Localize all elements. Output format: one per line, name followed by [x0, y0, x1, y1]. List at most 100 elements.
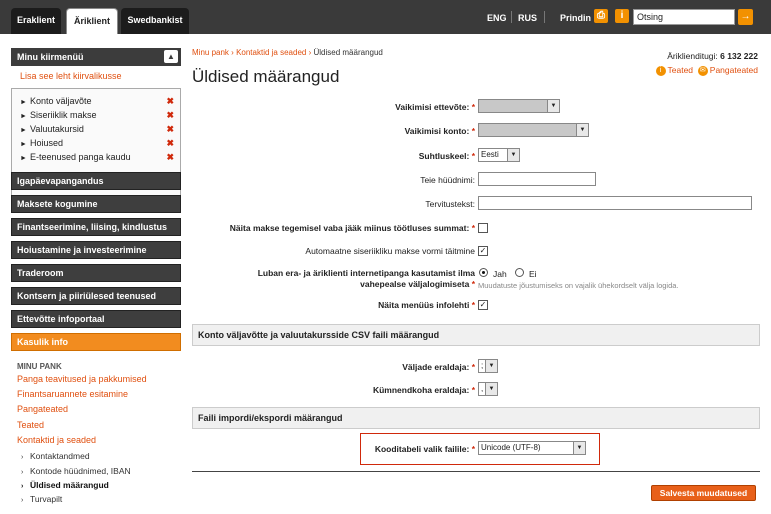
allow-hint: Muudatuste jõustumiseks on vajalik üheko…: [478, 281, 679, 290]
crumb-kontaktid[interactable]: Kontaktid ja seaded: [236, 48, 306, 57]
chevron-down-icon: ▼: [573, 442, 585, 454]
sub-uldised-maarangud[interactable]: › Üldised määrangud: [21, 480, 109, 490]
label-show-balance: Näita makse tegemisel vaba jääk miinus t…: [229, 223, 475, 233]
print-link[interactable]: Prindin: [560, 13, 591, 23]
info-icon[interactable]: i: [615, 9, 629, 23]
arrow-icon: ›: [21, 483, 24, 490]
link-pangateated[interactable]: Pangateated: [17, 404, 68, 414]
breadcrumb: Minu pank › Kontaktid ja seaded › Üldise…: [192, 48, 383, 57]
nav-igapaevapangandus[interactable]: Igapäevapangandus: [11, 172, 181, 190]
quick-menu-item[interactable]: ► Valuutakursid ✖: [20, 122, 178, 136]
nickname-input[interactable]: [478, 172, 596, 186]
show-balance-checkbox[interactable]: [478, 223, 488, 233]
remove-icon[interactable]: ✖: [166, 150, 174, 164]
sub-kontaktandmed[interactable]: › Kontaktandmed: [21, 451, 90, 461]
quick-menu-header: Minu kiirmenüü ▲: [11, 48, 181, 66]
label-decimal-separator: Kümnendkoha eraldaja: *: [372, 385, 475, 395]
tab-eraklient[interactable]: Eraklient: [11, 8, 61, 34]
field-separator-select[interactable]: ; ▼: [478, 359, 498, 373]
nav-finantseerimine[interactable]: Finantseerimine, liising, kindlustus: [11, 218, 181, 236]
quick-menu-item[interactable]: ► Hoiused ✖: [20, 136, 178, 150]
default-account-select[interactable]: ▼: [478, 123, 589, 137]
language-select[interactable]: Eesti ▼: [478, 148, 520, 162]
default-company-select[interactable]: ▼: [478, 99, 560, 113]
nav-hoiustamine[interactable]: Hoiustamine ja investeerimine: [11, 241, 181, 259]
remove-icon[interactable]: ✖: [166, 136, 174, 150]
print-icon[interactable]: ⎙: [594, 9, 608, 23]
page-title: Üldised määrangud: [192, 67, 340, 86]
encoding-select[interactable]: Unicode (UTF-8) ▼: [478, 441, 586, 455]
label-default-company: Vaikimisi ettevõte: *: [395, 102, 475, 112]
nav-infoportaal[interactable]: Ettevõtte infoportaal: [11, 310, 181, 328]
divider: [192, 471, 760, 472]
show-info-checkbox[interactable]: ✓: [478, 300, 488, 310]
nav-maksete-kogumine[interactable]: Maksete kogumine: [11, 195, 181, 213]
chevron-down-icon: ▼: [547, 100, 559, 112]
top-bar: Eraklient Äriklient Swedbankist ENG RUS …: [0, 0, 771, 34]
message-icon: ✉: [697, 65, 708, 76]
arrow-icon: ›: [21, 497, 24, 504]
collapse-icon[interactable]: ▲: [164, 50, 178, 63]
tab-ariklient[interactable]: Äriklient: [66, 8, 118, 34]
allow-yes-radio[interactable]: [479, 268, 488, 277]
decimal-separator-select[interactable]: , ▼: [478, 382, 498, 396]
link-finantsaruanded[interactable]: Finantsaruannete esitamine: [17, 389, 128, 399]
quick-menu-item[interactable]: ► E-teenused panga kaudu ✖: [20, 150, 178, 164]
lang-rus-link[interactable]: RUS: [518, 13, 537, 23]
my-bank-label: MINU PANK: [17, 362, 62, 371]
search-go-button[interactable]: →: [738, 9, 753, 25]
sub-kontode-huudnimed[interactable]: › Kontode hüüdnimed, IBAN: [21, 466, 131, 476]
divider: [544, 11, 545, 23]
arrow-icon: ›: [21, 454, 24, 461]
label-default-account: Vaikimisi konto: *: [404, 126, 475, 136]
search-input[interactable]: Otsing: [633, 9, 735, 25]
crumb-minu-pank[interactable]: Minu pank: [192, 48, 229, 57]
label-show-info: Näita menüüs infolehti *: [378, 300, 475, 310]
nav-traderoom[interactable]: Traderoom: [11, 264, 181, 282]
label-encoding: Kooditabeli valik failile: *: [374, 444, 475, 454]
label-allow-line2: vahepealse väljalogimiseta *: [360, 279, 475, 289]
quick-menu-item[interactable]: ► Siseriiklik makse ✖: [20, 108, 178, 122]
chevron-down-icon: ▼: [485, 383, 497, 395]
link-teated-top[interactable]: Teated: [668, 65, 694, 75]
label-greeting: Tervitustekst:: [425, 199, 475, 209]
add-to-quick-menu-link[interactable]: Lisa see leht kiirvalikusse: [11, 68, 181, 84]
quick-menu-item[interactable]: ► Konto väljavõte ✖: [20, 94, 178, 108]
auto-fill-checkbox[interactable]: ✓: [478, 246, 488, 256]
link-kontaktid-seaded[interactable]: Kontaktid ja seaded: [17, 435, 96, 445]
label-allow-line1: Luban era- ja äriklienti internetipanga …: [257, 268, 475, 278]
client-support: Äriklienditugi: 6 132 222: [667, 51, 758, 61]
tab-swedbankist[interactable]: Swedbankist: [121, 8, 189, 34]
remove-icon[interactable]: ✖: [166, 94, 174, 108]
save-button[interactable]: Salvesta muudatused: [651, 485, 756, 501]
chevron-down-icon: ▼: [507, 149, 519, 161]
crumb-current: Üldised määrangud: [313, 48, 383, 57]
allow-no-label: Ei: [529, 269, 537, 279]
label-auto-fill: Automaatne siseriikliku makse vormi täit…: [305, 246, 475, 256]
lang-eng-link[interactable]: ENG: [487, 13, 507, 23]
label-nickname: Teie hüüdnimi:: [420, 175, 475, 185]
remove-icon[interactable]: ✖: [166, 108, 174, 122]
label-field-separator: Väljade eraldaja: *: [402, 362, 475, 372]
section-import-header: Faili impordi/ekspordi määrangud: [192, 407, 760, 429]
nav-kasulik-info[interactable]: Kasulik info: [11, 333, 181, 351]
remove-icon[interactable]: ✖: [166, 122, 174, 136]
arrow-icon: ›: [21, 469, 24, 476]
quick-menu-title: Minu kiirmenüü: [17, 52, 84, 62]
divider: [511, 11, 512, 23]
link-teavitused[interactable]: Panga teavitused ja pakkumised: [17, 374, 147, 384]
notification-links: i Teated ✉ Pangateated: [655, 65, 758, 76]
allow-yes-label: Jah: [493, 269, 507, 279]
arrow-icon: ►: [20, 155, 27, 162]
chevron-down-icon: ▼: [485, 360, 497, 372]
chevron-down-icon: ▼: [576, 124, 588, 136]
sub-turvapilt[interactable]: › Turvapilt: [21, 494, 62, 504]
nav-kontsern[interactable]: Kontsern ja piiriülesed teenused: [11, 287, 181, 305]
allow-no-radio[interactable]: [515, 268, 524, 277]
link-pangateated-top[interactable]: Pangateated: [710, 65, 758, 75]
main-content: Minu pank › Kontaktid ja seaded › Üldise…: [192, 44, 760, 514]
quick-menu-list: ► Konto väljavõte ✖ ► Siseriiklik makse ✖ ► V…: [11, 88, 181, 212]
greeting-input[interactable]: [478, 196, 752, 210]
link-teated[interactable]: Teated: [17, 420, 44, 430]
label-language: Suhtluskeel: *: [418, 151, 475, 161]
